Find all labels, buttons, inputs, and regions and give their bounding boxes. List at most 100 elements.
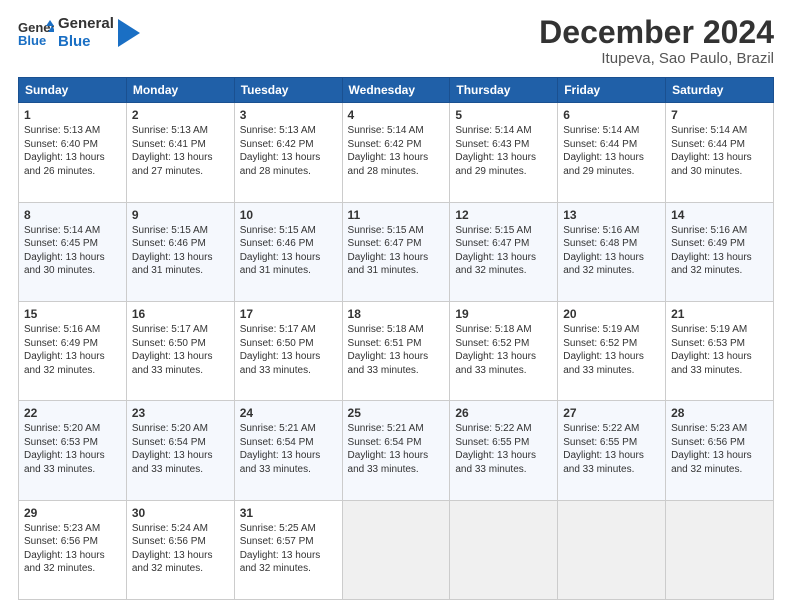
sunset-label: Sunset: 6:53 PM <box>24 437 98 448</box>
daylight-label: Daylight: 13 hours and 28 minutes. <box>348 152 429 177</box>
col-wednesday: Wednesday <box>342 78 450 103</box>
daylight-label: Daylight: 13 hours and 29 minutes. <box>455 152 536 177</box>
sunrise-label: Sunrise: 5:18 AM <box>348 324 424 335</box>
logo-text-general: General <box>58 15 114 33</box>
daylight-label: Daylight: 13 hours and 31 minutes. <box>240 252 321 277</box>
svg-text:Blue: Blue <box>18 33 46 48</box>
calendar-cell: 13Sunrise: 5:16 AMSunset: 6:48 PMDayligh… <box>558 202 666 301</box>
sunset-label: Sunset: 6:56 PM <box>671 437 745 448</box>
day-number: 24 <box>240 405 337 421</box>
sunrise-label: Sunrise: 5:15 AM <box>240 225 316 236</box>
sunset-label: Sunset: 6:52 PM <box>455 338 529 349</box>
calendar-cell <box>342 500 450 599</box>
sunrise-label: Sunrise: 5:17 AM <box>132 324 208 335</box>
calendar-cell: 12Sunrise: 5:15 AMSunset: 6:47 PMDayligh… <box>450 202 558 301</box>
calendar-cell: 29 Sunrise: 5:23 AM Sunset: 6:56 PM Dayligh… <box>19 500 127 599</box>
day-number: 28 <box>671 405 768 421</box>
day-number: 7 <box>671 107 768 123</box>
day-number: 18 <box>348 306 445 322</box>
col-thursday: Thursday <box>450 78 558 103</box>
calendar-cell: 24Sunrise: 5:21 AMSunset: 6:54 PMDayligh… <box>234 401 342 500</box>
col-sunday: Sunday <box>19 78 127 103</box>
daylight-label: Daylight: 13 hours and 33 minutes. <box>240 450 321 475</box>
logo-arrow-icon <box>118 19 140 47</box>
sunrise-label: Sunrise: 5:22 AM <box>455 423 531 434</box>
main-title: December 2024 <box>539 15 774 50</box>
calendar-cell: 20Sunrise: 5:19 AMSunset: 6:52 PMDayligh… <box>558 301 666 400</box>
calendar-cell: 6Sunrise: 5:14 AMSunset: 6:44 PMDaylight… <box>558 103 666 202</box>
sunset-label: Sunset: 6:48 PM <box>563 238 637 249</box>
sunrise-label: Sunrise: 5:19 AM <box>671 324 747 335</box>
sunset-label: Sunset: 6:45 PM <box>24 238 98 249</box>
daylight-label: Daylight: 13 hours and 27 minutes. <box>132 152 213 177</box>
daylight-label: Daylight: 13 hours and 33 minutes. <box>563 351 644 376</box>
daylight-label: Daylight: 13 hours and 32 minutes. <box>24 550 105 575</box>
day-number: 1 <box>24 107 121 123</box>
sunrise-label: Sunrise: 5:20 AM <box>132 423 208 434</box>
day-number: 30 <box>132 505 229 521</box>
sunset-label: Sunset: 6:54 PM <box>240 437 314 448</box>
logo-text-blue: Blue <box>58 33 114 51</box>
sunrise-label: Sunrise: 5:16 AM <box>671 225 747 236</box>
calendar-cell: 25Sunrise: 5:21 AMSunset: 6:54 PMDayligh… <box>342 401 450 500</box>
sunset-label: Sunset: 6:54 PM <box>132 437 206 448</box>
sunrise-label: Sunrise: 5:23 AM <box>24 523 100 534</box>
calendar-cell: 7Sunrise: 5:14 AMSunset: 6:44 PMDaylight… <box>666 103 774 202</box>
calendar-week-row: 29 Sunrise: 5:23 AM Sunset: 6:56 PM Dayligh… <box>19 500 774 599</box>
calendar-cell: 31 Sunrise: 5:25 AM Sunset: 6:57 PM Dayligh… <box>234 500 342 599</box>
sunrise-label: Sunrise: 5:16 AM <box>563 225 639 236</box>
sunset-label: Sunset: 6:46 PM <box>240 238 314 249</box>
sunset-label: Sunset: 6:47 PM <box>348 238 422 249</box>
calendar-cell: 11Sunrise: 5:15 AMSunset: 6:47 PMDayligh… <box>342 202 450 301</box>
calendar-cell: 22Sunrise: 5:20 AMSunset: 6:53 PMDayligh… <box>19 401 127 500</box>
sunset-label: Sunset: 6:49 PM <box>671 238 745 249</box>
sunrise-label: Sunrise: 5:21 AM <box>348 423 424 434</box>
day-number: 19 <box>455 306 552 322</box>
day-number: 23 <box>132 405 229 421</box>
calendar-table: Sunday Monday Tuesday Wednesday Thursday… <box>18 77 774 600</box>
sunset-label: Sunset: 6:47 PM <box>455 238 529 249</box>
daylight-label: Daylight: 13 hours and 33 minutes. <box>348 450 429 475</box>
day-number: 8 <box>24 207 121 223</box>
calendar-cell: 1Sunrise: 5:13 AMSunset: 6:40 PMDaylight… <box>19 103 127 202</box>
day-number: 27 <box>563 405 660 421</box>
header: General Blue General Blue December 2024 … <box>18 15 774 67</box>
calendar-cell: 5Sunrise: 5:14 AMSunset: 6:43 PMDaylight… <box>450 103 558 202</box>
sunrise-label: Sunrise: 5:25 AM <box>240 523 316 534</box>
calendar-cell: 27Sunrise: 5:22 AMSunset: 6:55 PMDayligh… <box>558 401 666 500</box>
daylight-label: Daylight: 13 hours and 33 minutes. <box>563 450 644 475</box>
calendar-cell: 9Sunrise: 5:15 AMSunset: 6:46 PMDaylight… <box>126 202 234 301</box>
sunset-label: Sunset: 6:57 PM <box>240 536 314 547</box>
daylight-label: Daylight: 13 hours and 32 minutes. <box>240 550 321 575</box>
daylight-label: Daylight: 13 hours and 32 minutes. <box>455 252 536 277</box>
day-number: 31 <box>240 505 337 521</box>
day-number: 2 <box>132 107 229 123</box>
sunset-label: Sunset: 6:56 PM <box>24 536 98 547</box>
daylight-label: Daylight: 13 hours and 26 minutes. <box>24 152 105 177</box>
calendar-week-row: 8Sunrise: 5:14 AMSunset: 6:45 PMDaylight… <box>19 202 774 301</box>
day-number: 11 <box>348 207 445 223</box>
sunset-label: Sunset: 6:55 PM <box>563 437 637 448</box>
calendar-week-row: 1Sunrise: 5:13 AMSunset: 6:40 PMDaylight… <box>19 103 774 202</box>
col-saturday: Saturday <box>666 78 774 103</box>
sunrise-label: Sunrise: 5:13 AM <box>132 125 208 136</box>
sunrise-label: Sunrise: 5:15 AM <box>348 225 424 236</box>
daylight-label: Daylight: 13 hours and 33 minutes. <box>240 351 321 376</box>
subtitle: Itupeva, Sao Paulo, Brazil <box>539 50 774 67</box>
daylight-label: Daylight: 13 hours and 33 minutes. <box>132 450 213 475</box>
daylight-label: Daylight: 13 hours and 33 minutes. <box>671 351 752 376</box>
daylight-label: Daylight: 13 hours and 32 minutes. <box>24 351 105 376</box>
calendar-header-row: Sunday Monday Tuesday Wednesday Thursday… <box>19 78 774 103</box>
sunrise-label: Sunrise: 5:20 AM <box>24 423 100 434</box>
sunset-label: Sunset: 6:42 PM <box>348 139 422 150</box>
day-number: 29 <box>24 505 121 521</box>
sunrise-label: Sunrise: 5:15 AM <box>132 225 208 236</box>
daylight-label: Daylight: 13 hours and 32 minutes. <box>671 252 752 277</box>
sunrise-label: Sunrise: 5:17 AM <box>240 324 316 335</box>
day-number: 20 <box>563 306 660 322</box>
sunrise-label: Sunrise: 5:24 AM <box>132 523 208 534</box>
day-number: 15 <box>24 306 121 322</box>
sunrise-label: Sunrise: 5:15 AM <box>455 225 531 236</box>
sunset-label: Sunset: 6:52 PM <box>563 338 637 349</box>
day-number: 16 <box>132 306 229 322</box>
